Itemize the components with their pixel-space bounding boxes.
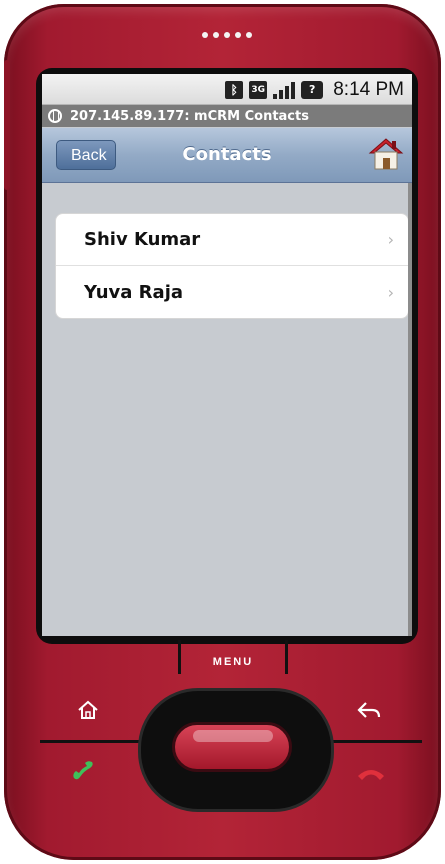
side-volume-key[interactable] <box>4 60 10 190</box>
status-clock: 8:14 PM <box>333 79 404 100</box>
battery-icon: ? <box>301 81 324 99</box>
list-item[interactable]: Yuva Raja › <box>56 266 408 318</box>
end-call-key-icon[interactable] <box>356 764 386 782</box>
scrollbar[interactable] <box>408 183 412 636</box>
menu-key[interactable]: MENU <box>178 640 288 676</box>
chevron-right-icon: › <box>387 282 394 302</box>
browser-title-bar: 207.145.89.177: mCRM Contacts <box>42 105 412 127</box>
key-divider-left <box>40 740 150 743</box>
browser-title: 207.145.89.177: mCRM Contacts <box>70 108 309 124</box>
contact-name: Yuva Raja <box>84 281 184 303</box>
call-key-icon[interactable] <box>70 760 100 782</box>
menu-key-label: MENU <box>212 656 254 668</box>
contacts-content: Shiv Kumar › Yuva Raja › <box>42 183 412 636</box>
list-item[interactable]: Shiv Kumar › <box>56 214 408 266</box>
speaker-grille <box>202 32 272 42</box>
home-icon[interactable] <box>368 136 404 172</box>
back-button[interactable]: Back <box>56 140 116 170</box>
screen: ᛒ 3G ? 8:14 PM 207.145.89.177: mCRM Cont… <box>42 74 412 636</box>
status-bar: ᛒ 3G ? 8:14 PM <box>42 74 412 105</box>
globe-icon <box>48 109 62 123</box>
app-navbar: Contacts Back <box>42 128 412 183</box>
network-3g-icon: 3G <box>249 81 268 99</box>
back-key-icon[interactable] <box>356 698 382 722</box>
contact-name: Shiv Kumar <box>84 229 201 250</box>
contacts-list: Shiv Kumar › Yuva Raja › <box>55 213 409 319</box>
signal-bars-icon <box>273 81 296 99</box>
chevron-right-icon: › <box>387 230 394 249</box>
home-key-icon[interactable] <box>76 698 100 722</box>
bluetooth-icon: ᛒ <box>225 81 244 99</box>
trackball[interactable] <box>172 722 292 772</box>
